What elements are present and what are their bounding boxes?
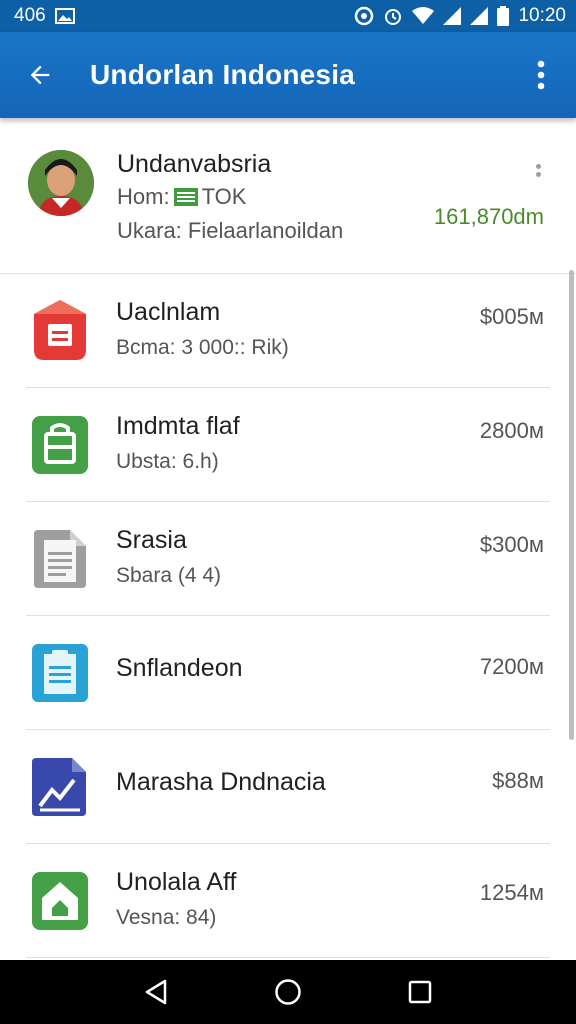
green-bag-icon — [32, 416, 88, 474]
item-amount: 1254м — [479, 880, 544, 905]
list-item[interactable]: Imdmta flaf Ubsta: 6.h) 2800м — [26, 388, 550, 502]
gallery-notification-icon — [54, 8, 75, 24]
more-vert-small-icon[interactable] — [528, 164, 548, 190]
nav-home-button[interactable] — [263, 967, 313, 1017]
item-amount: $300м — [479, 532, 544, 557]
item-subtitle: Vesna: 84) — [116, 906, 217, 929]
blue-clipboard-icon — [32, 644, 88, 702]
item-subtitle: Ubsta: 6.h) — [116, 450, 219, 473]
alarm-icon — [385, 9, 402, 25]
item-amount: 7200м — [479, 654, 544, 679]
square-recents-icon — [408, 980, 432, 1004]
scrollbar[interactable] — [569, 270, 574, 740]
red-app-icon — [34, 300, 86, 360]
item-amount: 2800м — [479, 418, 544, 443]
circle-home-icon — [275, 979, 301, 1005]
vpn-icon — [355, 6, 374, 26]
grey-document-icon — [34, 530, 86, 588]
profile-amount: 161,870dm — [433, 204, 544, 229]
list-item[interactable]: Uaclnlam Bcma: 3 000:: Rik) $005м — [26, 274, 550, 388]
item-amount: $005м — [479, 304, 544, 329]
more-vert-icon — [537, 60, 545, 90]
item-subtitle: Bcma: 3 000:: Rik) — [116, 336, 289, 359]
profile-line2-prefix: Hom: — [117, 184, 170, 209]
list-item[interactable]: Unolala Aff Vesna: 84) 1254м — [26, 844, 550, 958]
signal-2-icon — [470, 7, 489, 25]
arrow-back-icon — [30, 65, 50, 85]
triangle-back-icon — [145, 979, 167, 1005]
status-bar: 406 10:20 — [0, 0, 576, 32]
item-title: Marasha Dndnacia — [116, 768, 326, 796]
profile-header[interactable]: Undanvabsria Hom: TOK Ukara: Fielaarlano… — [0, 118, 576, 274]
indigo-chart-icon — [32, 758, 86, 816]
item-title: Unolala Aff — [116, 868, 237, 896]
signal-icon — [443, 7, 462, 25]
list-item[interactable]: Srasia Sbara (4 4) $300м — [26, 502, 550, 616]
content-list[interactable]: Undanvabsria Hom: TOK Ukara: Fielaarlano… — [0, 118, 576, 960]
battery-icon — [497, 6, 510, 26]
nav-back-button[interactable] — [131, 967, 181, 1017]
item-title: Snflandeon — [116, 654, 243, 682]
overflow-menu-button[interactable] — [506, 32, 576, 118]
wifi-icon — [412, 7, 435, 24]
status-left-text: 406 — [14, 5, 46, 26]
profile-line3: Ukara: Fielaarlanoildan — [117, 218, 344, 243]
list-item[interactable]: Snflandeon 7200м — [26, 616, 550, 730]
green-card-icon — [173, 188, 198, 206]
item-title: Srasia — [116, 526, 187, 554]
profile-line2: Hom: TOK — [117, 184, 246, 210]
item-subtitle: Sbara (4 4) — [116, 564, 222, 587]
item-title: Uaclnlam — [116, 298, 221, 326]
list-item[interactable]: Marasha Dndnacia $88м — [26, 730, 550, 844]
nav-recents-button[interactable] — [395, 967, 445, 1017]
status-time: 10:20 — [518, 5, 566, 26]
page-title: Undorlan Indonesia — [90, 59, 355, 90]
system-nav-bar — [0, 960, 576, 1024]
green-home-icon — [32, 872, 88, 930]
item-title: Imdmta flaf — [116, 412, 240, 440]
item-amount: $88м — [492, 768, 544, 793]
profile-line2-suffix: TOK — [201, 184, 247, 209]
avatar — [28, 150, 94, 216]
profile-name: Undanvabsria — [117, 150, 272, 178]
app-bar: Undorlan Indonesia — [0, 32, 576, 118]
back-button[interactable] — [0, 32, 80, 118]
